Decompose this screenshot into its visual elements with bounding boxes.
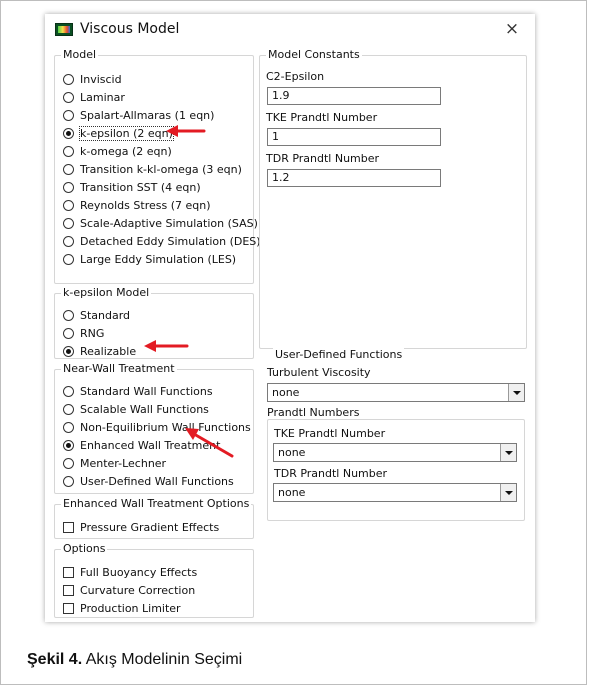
caption-number: Şekil 4. (27, 651, 83, 668)
arrow-enhanced-wall (185, 428, 234, 458)
figure-caption: Şekil 4. Akış Modelinin Seçimi (27, 651, 242, 669)
caption-text: Akış Modelinin Seçimi (82, 651, 243, 668)
annotation-arrows (144, 125, 234, 458)
arrow-k-epsilon (166, 125, 206, 137)
arrow-realizable (144, 340, 189, 352)
